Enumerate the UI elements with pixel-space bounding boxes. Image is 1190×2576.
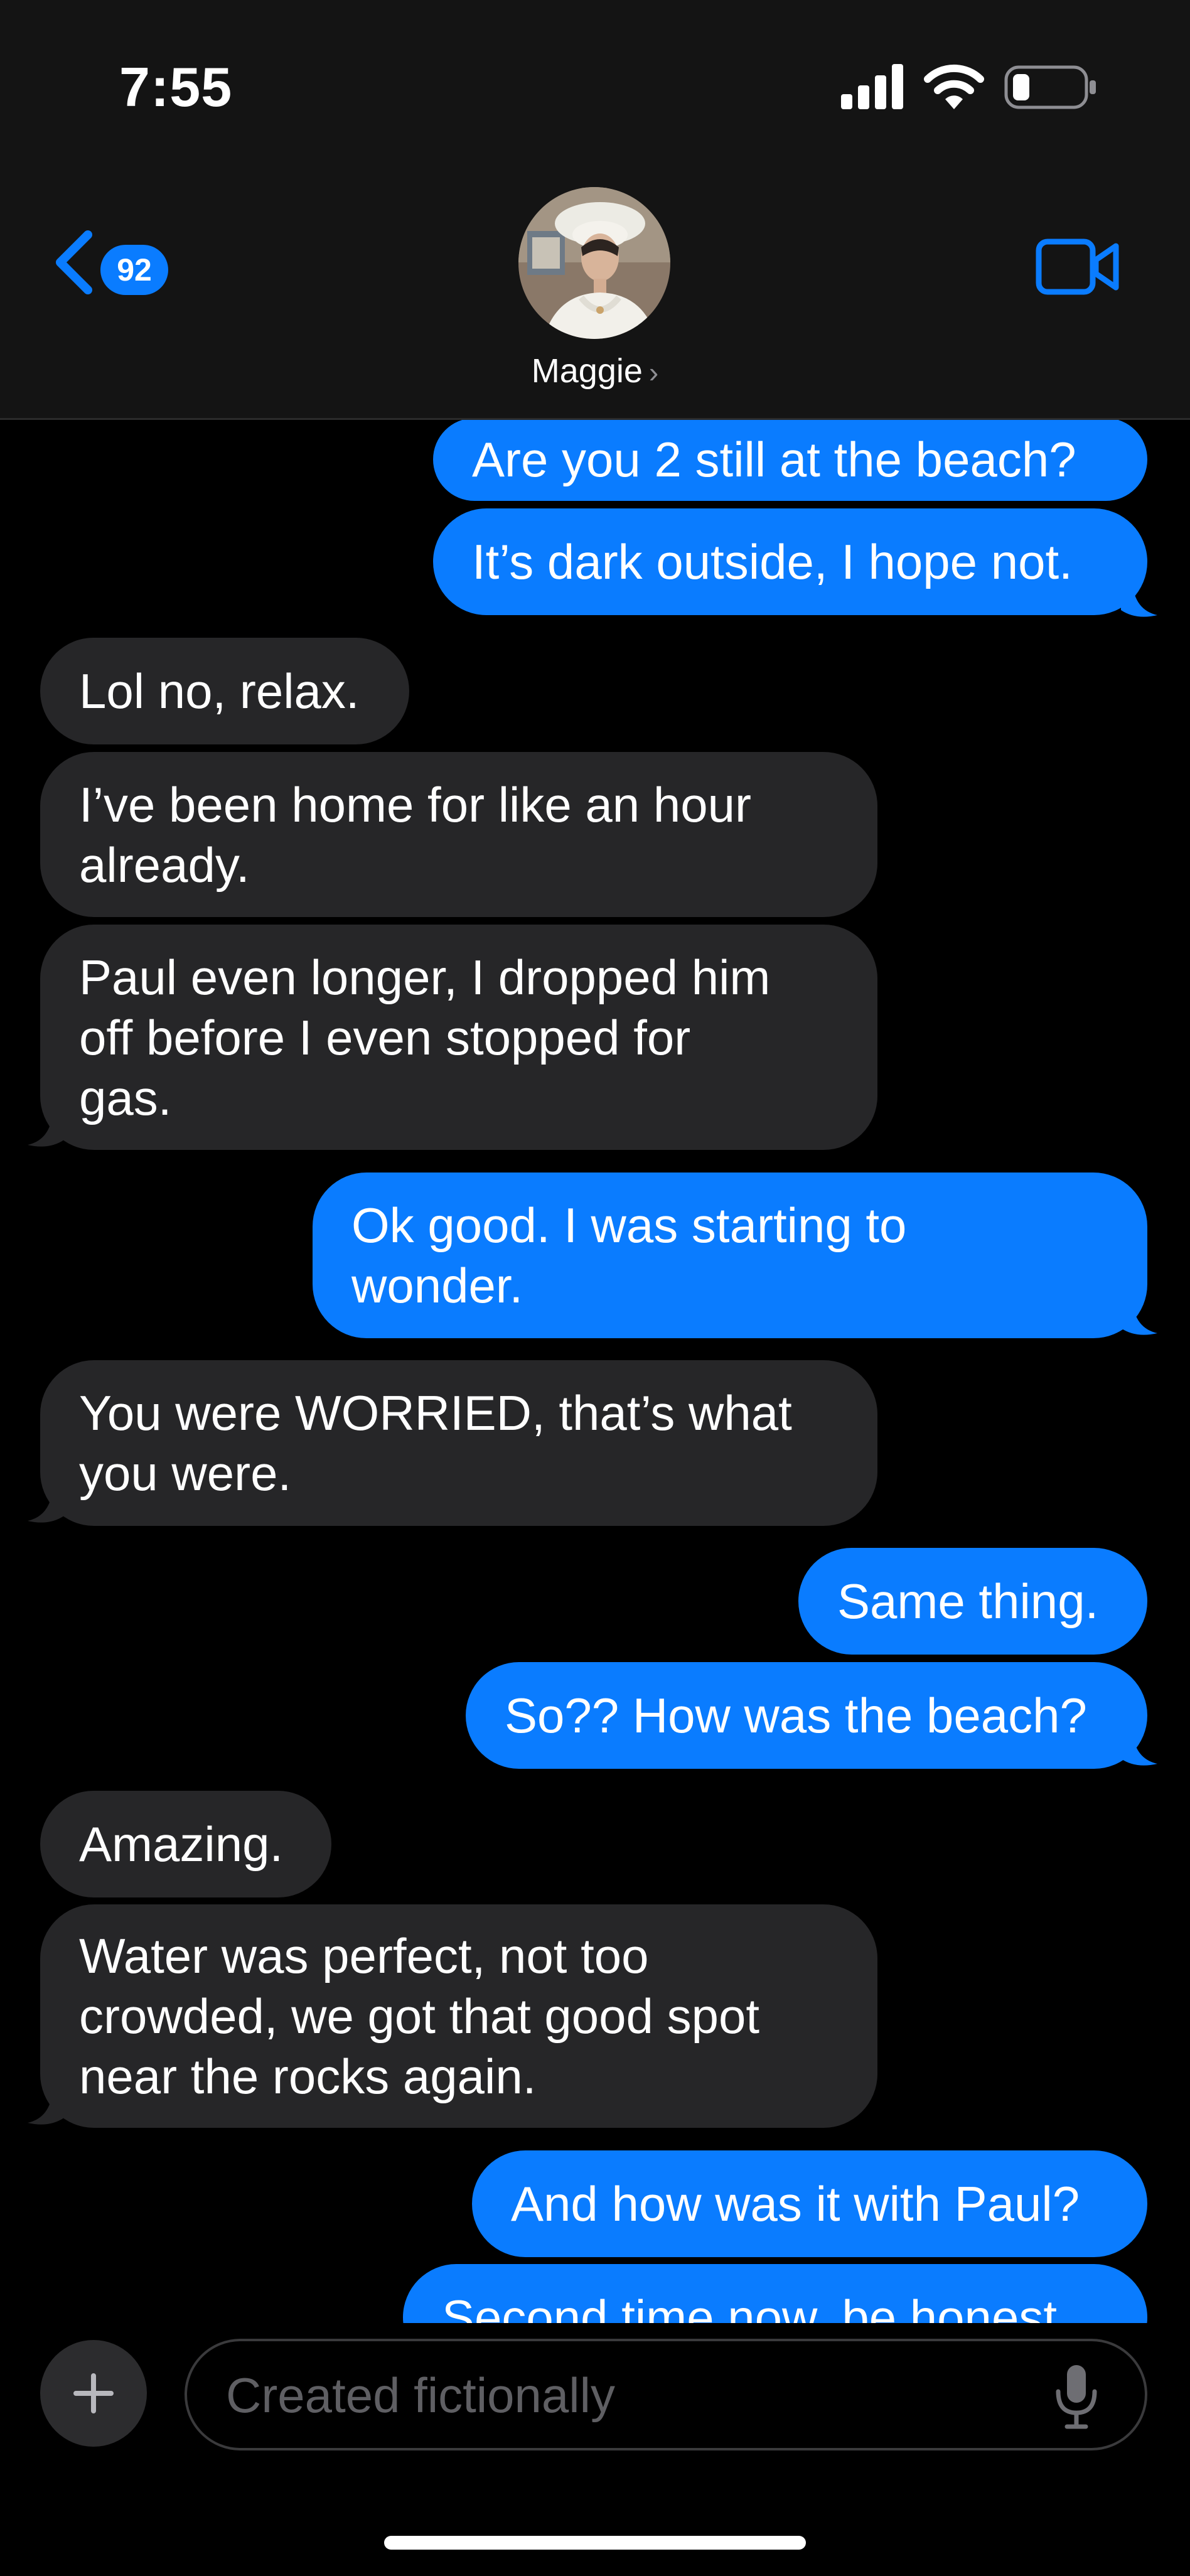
- message-bubble-received[interactable]: Amazing.: [40, 1791, 331, 1897]
- message-text: Ok good. I was starting to wonder.: [351, 1198, 907, 1313]
- status-bar: 7:55: [0, 0, 1190, 157]
- message-bubble-sent[interactable]: It’s dark outside, I hope not.: [433, 508, 1147, 615]
- home-indicator: [384, 2536, 806, 2550]
- chevron-left-icon: [56, 230, 92, 294]
- message-bubble-sent[interactable]: Ok good. I was starting to wonder.: [313, 1173, 1147, 1338]
- back-button[interactable]: 92: [45, 226, 171, 301]
- message-text: So?? How was the beach?: [505, 1688, 1087, 1743]
- chevron-right-icon: ›: [648, 356, 659, 389]
- contact-name-label: Maggie: [531, 352, 643, 390]
- message-text: Second time now, be honest.: [442, 2290, 1071, 2323]
- video-camera-icon[interactable]: [1036, 239, 1121, 295]
- plus-button[interactable]: [40, 2340, 147, 2447]
- wifi-icon: [924, 64, 984, 109]
- message-bubble-received[interactable]: Lol no, relax.: [40, 638, 409, 744]
- bubble-tail: [28, 1488, 64, 1523]
- contact-name[interactable]: Maggie ›: [0, 352, 1190, 390]
- unread-count-badge: 92: [100, 245, 168, 295]
- message-text: Are you 2 still at the beach?: [472, 432, 1076, 487]
- bubble-tail: [1121, 582, 1157, 617]
- plus-icon: [73, 2373, 114, 2413]
- message-text: Same thing.: [837, 1574, 1099, 1629]
- microphone-icon[interactable]: [1054, 2364, 1098, 2430]
- message-input[interactable]: [185, 2339, 1147, 2450]
- message-bubble-received[interactable]: Water was perfect, not too crowded, we g…: [40, 1904, 877, 2128]
- message-text: Lol no, relax.: [79, 663, 360, 719]
- bubble-tail: [1121, 1731, 1157, 1766]
- message-bubble-received[interactable]: I’ve been home for like an hour already.: [40, 752, 877, 917]
- message-text: It’s dark outside, I hope not.: [472, 534, 1073, 589]
- bubble-tail: [1121, 1301, 1157, 1335]
- avatar[interactable]: [518, 187, 670, 339]
- message-text: Paul even longer, I dropped him off befo…: [79, 949, 771, 1125]
- message-text: You were WORRIED, that’s what you were.: [79, 1385, 792, 1501]
- message-bubble-sent[interactable]: So?? How was the beach?: [466, 1662, 1147, 1769]
- message-bubble-received[interactable]: Paul even longer, I dropped him off befo…: [40, 925, 877, 1150]
- message-text: And how was it with Paul?: [511, 2176, 1080, 2231]
- message-text: Amazing.: [79, 1817, 284, 1872]
- avatar-photo: [518, 187, 670, 339]
- message-bubble-sent[interactable]: Same thing.: [798, 1548, 1147, 1655]
- bubble-tail: [28, 2090, 64, 2125]
- message-thread[interactable]: Are you 2 still at the beach? It’s dark …: [0, 420, 1190, 2323]
- bubble-tail: [28, 1112, 64, 1147]
- message-bubble-sent[interactable]: Second time now, be honest.: [403, 2264, 1147, 2323]
- message-bubble-sent[interactable]: Are you 2 still at the beach?: [433, 420, 1147, 501]
- battery-icon: [1004, 65, 1096, 109]
- message-text: I’ve been home for like an hour already.: [79, 776, 751, 893]
- signal-icon: [841, 64, 903, 109]
- message-text-field[interactable]: [225, 2341, 1031, 2449]
- message-bubble-received[interactable]: You were WORRIED, that’s what you were.: [40, 1360, 877, 1526]
- status-time: 7:55: [119, 56, 233, 118]
- message-bubble-sent[interactable]: And how was it with Paul?: [472, 2150, 1147, 2257]
- message-text: Water was perfect, not too crowded, we g…: [79, 1928, 760, 2104]
